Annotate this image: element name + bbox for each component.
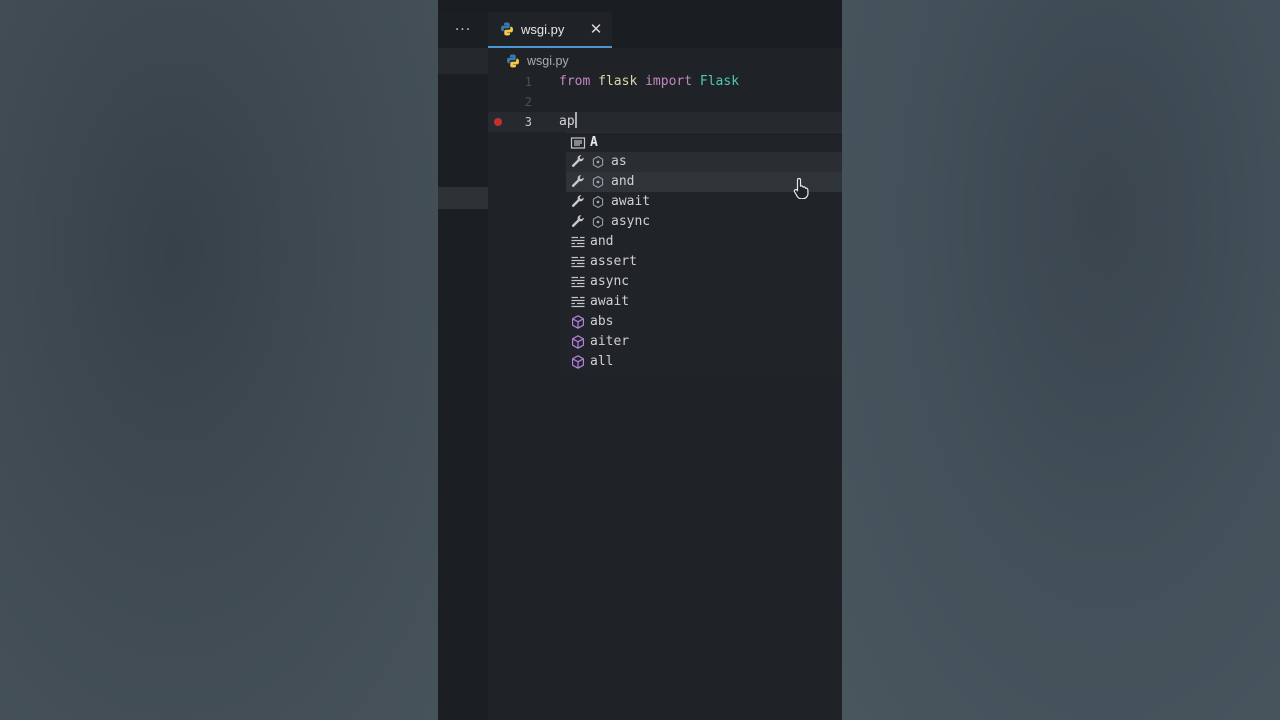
snippet-icon bbox=[592, 155, 604, 169]
suggestion-item[interactable]: async bbox=[566, 212, 842, 232]
side-panel bbox=[438, 12, 488, 720]
python-icon bbox=[501, 22, 513, 36]
suggestion-item[interactable]: all bbox=[566, 352, 842, 372]
snippet-icon bbox=[592, 215, 604, 229]
suggestion-label: assert bbox=[590, 254, 637, 269]
wrench-icon bbox=[571, 195, 584, 207]
code-token: flask bbox=[598, 74, 638, 89]
cube-icon bbox=[572, 335, 584, 349]
suggestion-item[interactable]: A bbox=[566, 133, 842, 153]
line-content[interactable]: from flask import Flask bbox=[559, 72, 739, 92]
keyword-icon bbox=[571, 236, 585, 248]
suggestion-label: and bbox=[590, 234, 614, 249]
code-editor-window: ··· wsgi.py ✕ wsgi.py 1 from flask impor… bbox=[438, 0, 842, 720]
keyword-icon bbox=[571, 276, 585, 288]
code-line-3[interactable]: 3 ap bbox=[488, 112, 842, 132]
wrench-icon bbox=[571, 215, 584, 227]
tab-wsgi-py[interactable]: wsgi.py ✕ bbox=[488, 12, 612, 48]
cube-icon bbox=[572, 315, 584, 329]
line-number: 2 bbox=[524, 95, 532, 109]
text-cursor bbox=[574, 112, 577, 128]
line-number: 1 bbox=[524, 75, 532, 89]
breakpoint-icon[interactable] bbox=[494, 118, 502, 126]
suggestion-label: async bbox=[611, 214, 651, 229]
suggestion-label: abs bbox=[590, 314, 614, 329]
suggestion-item[interactable]: as bbox=[566, 152, 842, 172]
more-actions-button[interactable]: ··· bbox=[438, 12, 488, 48]
suggestion-item[interactable]: abs bbox=[566, 312, 842, 332]
suggestion-item[interactable]: async bbox=[566, 272, 842, 292]
code-line-1[interactable]: 1 from flask import Flask bbox=[488, 72, 842, 92]
title-bar bbox=[438, 0, 842, 12]
suggestion-item[interactable]: await bbox=[566, 292, 842, 312]
breadcrumb: wsgi.py bbox=[488, 50, 842, 72]
python-icon bbox=[507, 54, 519, 68]
suggestion-label: await bbox=[611, 194, 651, 209]
close-icon[interactable]: ✕ bbox=[588, 21, 604, 37]
snippet-icon bbox=[592, 175, 604, 189]
line-number: 3 bbox=[524, 115, 532, 129]
keyword-icon bbox=[571, 256, 585, 268]
background-right bbox=[842, 0, 1280, 720]
suggestion-label: as bbox=[611, 154, 627, 169]
background-left bbox=[0, 0, 438, 720]
snippet-icon bbox=[592, 195, 604, 209]
code-token: ap bbox=[559, 114, 575, 129]
suggestion-label: all bbox=[590, 354, 614, 369]
wrench-icon bbox=[571, 175, 584, 187]
suggestion-item[interactable]: and bbox=[566, 232, 842, 252]
code-token: from bbox=[559, 74, 591, 89]
code-line-2[interactable]: 2 bbox=[488, 92, 842, 112]
suggestion-label: await bbox=[590, 294, 630, 309]
code-token: import bbox=[645, 74, 693, 89]
breadcrumb-file[interactable]: wsgi.py bbox=[527, 54, 569, 68]
keyword-icon bbox=[571, 296, 585, 308]
text-icon bbox=[570, 137, 586, 149]
suggestion-widget: A as and await async and assert async aw… bbox=[566, 132, 842, 374]
suggestion-item[interactable]: assert bbox=[566, 252, 842, 272]
suggestion-label: async bbox=[590, 274, 630, 289]
suggestion-label: A bbox=[590, 135, 598, 150]
line-content[interactable]: ap bbox=[559, 112, 577, 132]
cube-icon bbox=[572, 355, 584, 369]
suggestion-label: and bbox=[611, 174, 635, 189]
hand-pointer-icon bbox=[793, 177, 809, 199]
code-token: Flask bbox=[699, 74, 740, 89]
suggestion-label: aiter bbox=[590, 334, 630, 349]
suggestion-item[interactable]: aiter bbox=[566, 332, 842, 352]
tab-bar: wsgi.py ✕ bbox=[488, 12, 842, 48]
tab-label: wsgi.py bbox=[521, 21, 565, 37]
wrench-icon bbox=[571, 155, 584, 167]
